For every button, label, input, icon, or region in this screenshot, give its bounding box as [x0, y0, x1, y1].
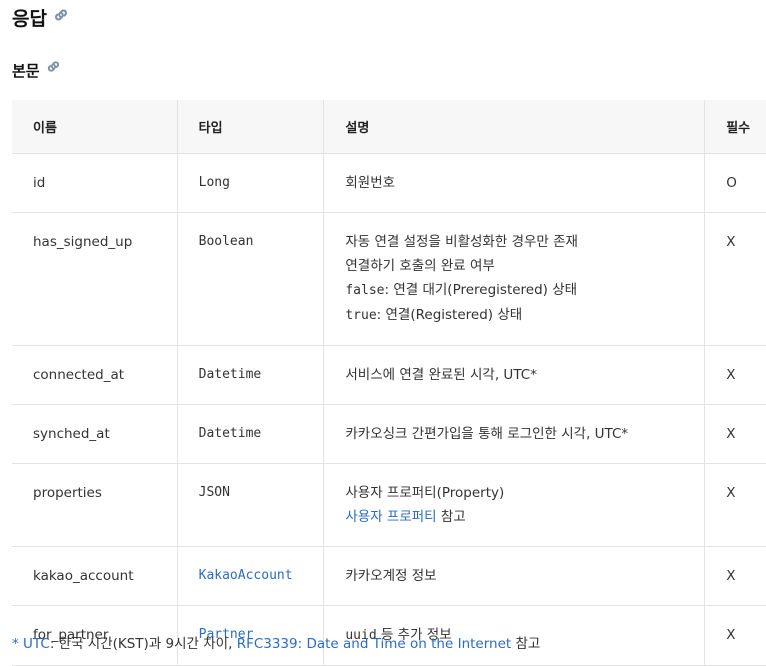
body-subheading: 본문	[12, 60, 61, 81]
table-row: connected_at Datetime 서비스에 연결 완료된 시각, UT…	[12, 345, 766, 405]
description-line: 자동 연결 설정을 비활성화한 경우만 존재	[345, 234, 578, 250]
anchor-link-icon[interactable]	[46, 59, 61, 78]
field-required: X	[704, 546, 766, 606]
field-type: Boolean	[176, 212, 324, 346]
field-name: has_signed_up	[12, 212, 178, 346]
table-row: id Long 회원번호 O	[12, 153, 766, 213]
column-header-type: 타입	[176, 100, 324, 154]
field-name: synched_at	[12, 404, 178, 464]
description-text: 회원번호	[345, 175, 396, 191]
description-text: 카카오계정 정보	[345, 568, 437, 584]
footnote: * UTC: 한국 시간(KST)과 9시간 차이, RFC3339: Date…	[12, 632, 540, 652]
field-description: 회원번호	[323, 153, 705, 213]
field-type: Datetime	[176, 404, 324, 464]
field-name: id	[12, 153, 178, 213]
anchor-link-icon[interactable]	[53, 6, 69, 28]
field-description: 카카오싱크 간편가입을 통해 로그인한 시각, UTC*	[323, 404, 705, 464]
description-text: 서비스에 연결 완료된 시각, UTC*	[345, 367, 537, 383]
table-row: has_signed_up Boolean 자동 연결 설정을 비활성화한 경우…	[12, 212, 766, 346]
description-text: : 연결 대기(Preregistered) 상태	[384, 282, 578, 298]
description-text: : 연결(Registered) 상태	[376, 307, 523, 323]
kakao-account-type-link[interactable]: KakaoAccount	[199, 568, 293, 583]
response-body-table: 이름 타입 설명 필수 id Long 회원번호 O has_signed_up…	[12, 100, 766, 666]
table-row: synched_at Datetime 카카오싱크 간편가입을 통해 로그인한 …	[12, 404, 766, 464]
field-required: X	[704, 404, 766, 464]
utc-link[interactable]: UTC	[23, 636, 50, 652]
field-type: Datetime	[176, 345, 324, 405]
footnote-text: : 한국 시간(KST)과 9시간 차이,	[49, 636, 237, 652]
description-line: 사용자 프로퍼티 참고	[345, 505, 704, 529]
field-required: X	[704, 345, 766, 405]
column-header-name: 이름	[12, 100, 178, 154]
field-description: 서비스에 연결 완료된 시각, UTC*	[323, 345, 705, 405]
field-required: O	[704, 153, 766, 213]
table-header-row: 이름 타입 설명 필수	[12, 100, 766, 154]
column-header-required: 필수	[704, 100, 766, 154]
footnote-prefix: *	[12, 636, 24, 652]
field-required: X	[704, 212, 766, 346]
footnote-suffix: 참고	[511, 636, 541, 652]
user-properties-link[interactable]: 사용자 프로퍼티	[345, 509, 436, 525]
table-row: kakao_account KakaoAccount 카카오계정 정보 X	[12, 546, 766, 606]
description-text: 참고	[436, 509, 466, 525]
column-header-description: 설명	[323, 100, 705, 154]
field-required: X	[704, 463, 766, 547]
body-subheading-text: 본문	[12, 62, 40, 80]
field-type: Long	[176, 153, 324, 213]
field-description: 자동 연결 설정을 비활성화한 경우만 존재 연결하기 호출의 완료 여부 fa…	[323, 212, 705, 346]
response-heading: 응답	[12, 4, 69, 31]
field-description: 사용자 프로퍼티(Property) 사용자 프로퍼티 참고	[323, 463, 705, 547]
inline-code: true	[345, 308, 377, 323]
field-required: X	[704, 605, 766, 666]
field-type: KakaoAccount	[176, 546, 324, 606]
inline-code: false	[345, 283, 385, 298]
description-line: 연결하기 호출의 완료 여부	[345, 258, 495, 274]
response-heading-text: 응답	[12, 8, 47, 30]
rfc3339-link[interactable]: RFC3339: Date and Time on the Internet	[237, 636, 512, 652]
field-name: properties	[12, 463, 178, 547]
field-name: connected_at	[12, 345, 178, 405]
field-description: 카카오계정 정보	[323, 546, 705, 606]
description-text: 카카오싱크 간편가입을 통해 로그인한 시각, UTC*	[345, 426, 629, 442]
description-line: 사용자 프로퍼티(Property)	[345, 485, 505, 501]
description-line: false: 연결 대기(Preregistered) 상태	[345, 278, 704, 303]
field-type: JSON	[176, 463, 324, 547]
table-row: properties JSON 사용자 프로퍼티(Property) 사용자 프…	[12, 463, 766, 547]
description-line: true: 연결(Registered) 상태	[345, 303, 704, 328]
field-name: kakao_account	[12, 546, 178, 606]
